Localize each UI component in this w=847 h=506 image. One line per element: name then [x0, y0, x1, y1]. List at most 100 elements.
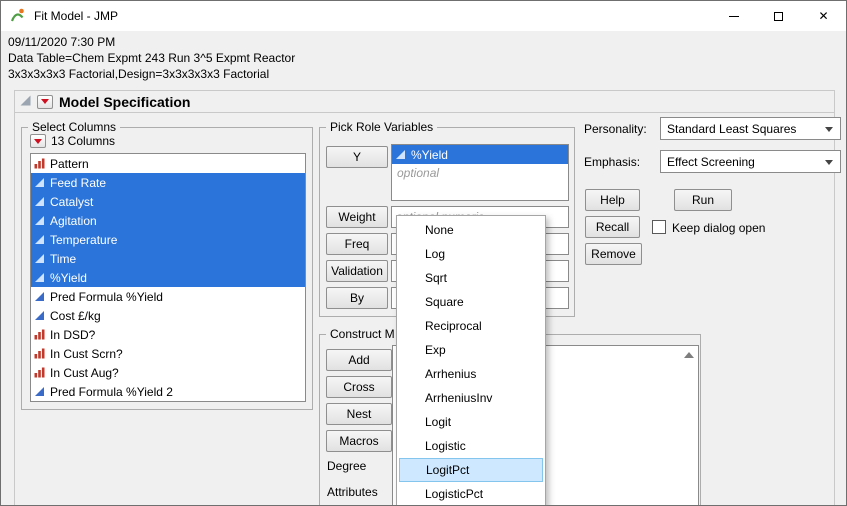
keep-dialog-checkbox[interactable] — [652, 220, 666, 234]
menu-item[interactable]: Reciprocal — [399, 314, 543, 338]
column-item[interactable]: %Yield — [31, 268, 305, 287]
add-button[interactable]: Add — [326, 349, 392, 371]
menu-item[interactable]: Logistic — [399, 434, 543, 458]
construct-model-effects-legend: Construct M — [326, 327, 399, 341]
nominal-column-icon — [34, 348, 45, 359]
cross-button[interactable]: Cross — [326, 376, 392, 398]
nominal-column-icon — [34, 367, 45, 378]
y-role-item-label: %Yield — [411, 147, 448, 162]
columns-list[interactable]: Pattern Feed Rate Catalyst Agitation Tempera… — [30, 153, 306, 402]
design-line: 3x3x3x3x3 Factorial,Design=3x3x3x3x3 Fac… — [8, 67, 270, 81]
red-triangle-menu-icon[interactable] — [37, 94, 53, 109]
pick-role-variables-legend: Pick Role Variables — [326, 120, 438, 134]
column-label: Temperature — [50, 232, 118, 247]
personality-label: Personality: — [584, 122, 647, 136]
outline-title: Model Specification — [59, 93, 191, 110]
columns-count: 13 Columns — [51, 134, 116, 148]
continuous-column-icon — [35, 387, 44, 396]
column-item[interactable]: Pred Formula %Yield — [31, 287, 305, 306]
nominal-column-icon — [34, 329, 45, 340]
window-controls: ✕ — [711, 1, 846, 31]
report-header: 09/11/2020 7:30 PM Data Table=Chem Expmt… — [8, 34, 295, 82]
menu-item[interactable]: LogitPct — [399, 458, 543, 482]
continuous-column-icon — [35, 311, 44, 320]
column-label: Cost £/kg — [50, 308, 101, 323]
freq-button[interactable]: Freq — [326, 233, 388, 255]
close-icon[interactable]: ✕ — [801, 1, 846, 31]
title-bar[interactable]: Fit Model - JMP ✕ — [1, 1, 846, 31]
column-item[interactable]: In DSD? — [31, 325, 305, 344]
outline-title-band: Model Specification — [15, 91, 834, 113]
emphasis-dropdown[interactable]: Effect Screening — [660, 150, 841, 173]
column-item[interactable]: Pattern — [31, 154, 305, 173]
menu-item[interactable]: None — [399, 218, 543, 242]
column-item[interactable]: Time — [31, 249, 305, 268]
continuous-column-icon — [35, 235, 44, 244]
chevron-down-icon — [825, 160, 833, 165]
column-label: Pattern — [50, 156, 89, 171]
column-item[interactable]: Pred Formula %Yield 2 — [31, 382, 305, 401]
weight-button[interactable]: Weight — [326, 206, 388, 228]
column-label: Feed Rate — [50, 175, 107, 190]
emphasis-label: Emphasis: — [584, 155, 641, 169]
keep-dialog-label: Keep dialog open — [672, 221, 766, 235]
menu-item[interactable]: LogisticPct — [399, 482, 543, 505]
continuous-column-icon — [396, 150, 405, 159]
column-item[interactable]: Feed Rate — [31, 173, 305, 192]
degree-label: Degree — [327, 459, 367, 473]
column-label: In Cust Aug? — [50, 365, 119, 380]
column-label: In Cust Scrn? — [50, 346, 123, 361]
disclosure-icon[interactable] — [20, 95, 31, 109]
run-button[interactable]: Run — [674, 189, 732, 211]
validation-button[interactable]: Validation — [326, 260, 388, 282]
column-item[interactable]: In Cust Scrn? — [31, 344, 305, 363]
column-item[interactable]: Catalyst — [31, 192, 305, 211]
column-item[interactable]: In Cust Aug? — [31, 363, 305, 382]
y-role-box[interactable]: %Yield optional — [391, 144, 569, 201]
select-columns-legend: Select Columns — [28, 120, 121, 134]
y-optional-text: optional — [397, 166, 440, 180]
y-button[interactable]: Y — [326, 146, 388, 168]
nominal-column-icon — [34, 158, 45, 169]
personality-dropdown[interactable]: Standard Least Squares — [660, 117, 841, 140]
menu-item[interactable]: Exp — [399, 338, 543, 362]
column-item[interactable]: Agitation — [31, 211, 305, 230]
select-columns-group: Select Columns 13 Columns Pattern Feed Ra… — [21, 120, 313, 410]
y-role-item[interactable]: %Yield — [392, 145, 568, 164]
columns-header: 13 Columns — [30, 134, 115, 148]
column-label: Time — [50, 251, 77, 266]
remove-button[interactable]: Remove — [585, 243, 642, 265]
by-button[interactable]: By — [326, 287, 388, 309]
column-item[interactable]: Cost £/kg — [31, 306, 305, 325]
menu-item[interactable]: Logit — [399, 410, 543, 434]
jmp-app-icon — [10, 7, 26, 26]
continuous-column-icon — [35, 178, 44, 187]
timestamp-line: 09/11/2020 7:30 PM — [8, 35, 116, 49]
chevron-down-icon — [825, 127, 833, 132]
attributes-label[interactable]: Attributes — [327, 485, 378, 499]
column-label: Pred Formula %Yield 2 — [50, 384, 173, 399]
minimize-icon[interactable] — [711, 1, 756, 31]
continuous-column-icon — [35, 254, 44, 263]
help-button[interactable]: Help — [585, 189, 640, 211]
menu-item[interactable]: ArrheniusInv — [399, 386, 543, 410]
column-label: %Yield — [50, 270, 87, 285]
recall-button[interactable]: Recall — [585, 216, 640, 238]
menu-item[interactable]: Arrhenius — [399, 362, 543, 386]
continuous-column-icon — [35, 273, 44, 282]
menu-item[interactable]: Square — [399, 290, 543, 314]
column-label: Catalyst — [50, 194, 94, 209]
scroll-up-icon[interactable] — [681, 347, 697, 363]
macros-button[interactable]: Macros — [326, 430, 392, 452]
personality-value: Standard Least Squares — [667, 121, 797, 136]
column-item[interactable]: Temperature — [31, 230, 305, 249]
column-label: Agitation — [50, 213, 97, 228]
column-label: Pred Formula %Yield — [50, 289, 163, 304]
emphasis-value: Effect Screening — [667, 154, 755, 169]
nest-button[interactable]: Nest — [326, 403, 392, 425]
menu-item[interactable]: Log — [399, 242, 543, 266]
menu-item[interactable]: Sqrt — [399, 266, 543, 290]
maximize-icon[interactable] — [756, 1, 801, 31]
columns-red-triangle-icon[interactable] — [30, 134, 46, 148]
fit-model-window: Fit Model - JMP ✕ 09/11/2020 7:30 PM Dat… — [0, 0, 847, 506]
